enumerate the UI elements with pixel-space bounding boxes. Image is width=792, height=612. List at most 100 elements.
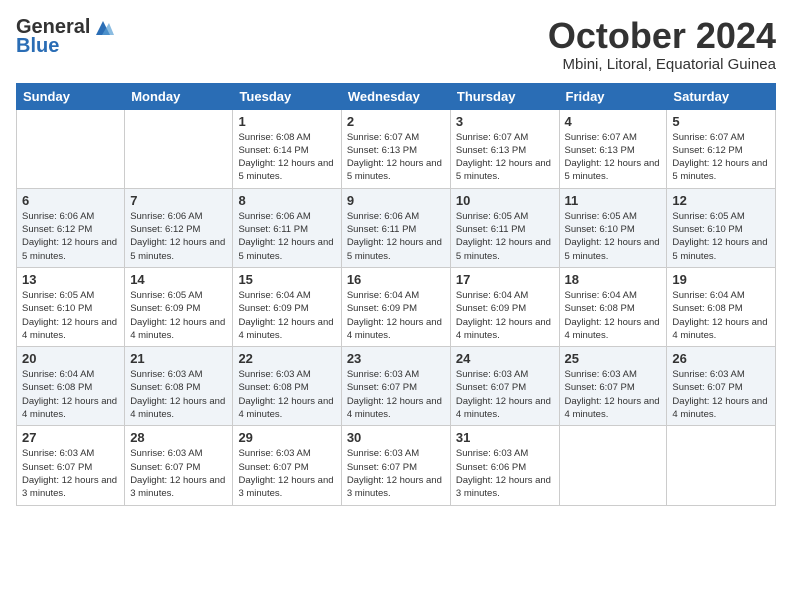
month-title: October 2024 bbox=[548, 16, 776, 56]
day-info: Sunrise: 6:04 AM Sunset: 6:08 PM Dayligh… bbox=[22, 368, 119, 421]
calendar-week-row: 1 Sunrise: 6:08 AM Sunset: 6:14 PM Daylig… bbox=[17, 109, 776, 188]
calendar-cell: 18 Sunrise: 6:04 AM Sunset: 6:08 PM Dayli… bbox=[559, 267, 667, 346]
day-info: Sunrise: 6:07 AM Sunset: 6:13 PM Dayligh… bbox=[456, 131, 554, 184]
calendar-cell: 19Sunrise: 6:04 AM Sunset: 6:08 PM Dayli… bbox=[667, 267, 776, 346]
day-info: Sunrise: 6:04 AM Sunset: 6:09 PM Dayligh… bbox=[347, 289, 445, 342]
day-info: Sunrise: 6:03 AM Sunset: 6:06 PM Dayligh… bbox=[456, 447, 554, 500]
calendar-cell: 13 Sunrise: 6:05 AM Sunset: 6:10 PM Dayli… bbox=[17, 267, 125, 346]
day-number: 29 bbox=[238, 430, 335, 445]
day-number: 22 bbox=[238, 351, 335, 366]
day-number: 14 bbox=[130, 272, 227, 287]
day-info: Sunrise: 6:03 AM Sunset: 6:07 PM Dayligh… bbox=[672, 368, 770, 421]
day-info: Sunrise: 6:03 AM Sunset: 6:07 PM Dayligh… bbox=[238, 447, 335, 500]
day-info: Sunrise: 6:03 AM Sunset: 6:07 PM Dayligh… bbox=[22, 447, 119, 500]
day-info: Sunrise: 6:05 AM Sunset: 6:10 PM Dayligh… bbox=[22, 289, 119, 342]
day-info: Sunrise: 6:07 AM Sunset: 6:13 PM Dayligh… bbox=[565, 131, 662, 184]
calendar-cell: 26 Sunrise: 6:03 AM Sunset: 6:07 PM Dayli… bbox=[667, 347, 776, 426]
calendar-cell: 10Sunrise: 6:05 AM Sunset: 6:11 PM Dayli… bbox=[450, 188, 559, 267]
day-number: 20 bbox=[22, 351, 119, 366]
day-number: 8 bbox=[238, 193, 335, 208]
day-info: Sunrise: 6:07 AM Sunset: 6:13 PM Dayligh… bbox=[347, 131, 445, 184]
day-info: Sunrise: 6:06 AM Sunset: 6:12 PM Dayligh… bbox=[22, 210, 119, 263]
day-number: 9 bbox=[347, 193, 445, 208]
calendar-cell: 1 Sunrise: 6:08 AM Sunset: 6:14 PM Daylig… bbox=[233, 109, 341, 188]
calendar-cell: 30 Sunrise: 6:03 AM Sunset: 6:07 PM Dayli… bbox=[341, 426, 450, 505]
calendar-cell: 4 Sunrise: 6:07 AM Sunset: 6:13 PM Daylig… bbox=[559, 109, 667, 188]
day-number: 5 bbox=[672, 114, 770, 129]
calendar-cell: 23Sunrise: 6:03 AM Sunset: 6:07 PM Dayli… bbox=[341, 347, 450, 426]
calendar-cell bbox=[17, 109, 125, 188]
weekday-header: Sunday bbox=[17, 83, 125, 109]
day-info: Sunrise: 6:08 AM Sunset: 6:14 PM Dayligh… bbox=[238, 131, 335, 184]
day-info: Sunrise: 6:03 AM Sunset: 6:07 PM Dayligh… bbox=[130, 447, 227, 500]
day-info: Sunrise: 6:05 AM Sunset: 6:10 PM Dayligh… bbox=[565, 210, 662, 263]
day-number: 4 bbox=[565, 114, 662, 129]
calendar-cell bbox=[667, 426, 776, 505]
calendar-cell: 9 Sunrise: 6:06 AM Sunset: 6:11 PM Daylig… bbox=[341, 188, 450, 267]
logo-blue: Blue bbox=[16, 35, 59, 58]
calendar-cell: 25Sunrise: 6:03 AM Sunset: 6:07 PM Dayli… bbox=[559, 347, 667, 426]
calendar-cell: 16 Sunrise: 6:04 AM Sunset: 6:09 PM Dayli… bbox=[341, 267, 450, 346]
day-info: Sunrise: 6:03 AM Sunset: 6:07 PM Dayligh… bbox=[456, 368, 554, 421]
day-number: 12 bbox=[672, 193, 770, 208]
day-info: Sunrise: 6:05 AM Sunset: 6:09 PM Dayligh… bbox=[130, 289, 227, 342]
day-number: 26 bbox=[672, 351, 770, 366]
calendar-cell: 2 Sunrise: 6:07 AM Sunset: 6:13 PM Daylig… bbox=[341, 109, 450, 188]
day-info: Sunrise: 6:04 AM Sunset: 6:09 PM Dayligh… bbox=[238, 289, 335, 342]
weekday-header: Wednesday bbox=[341, 83, 450, 109]
calendar-cell: 5 Sunrise: 6:07 AM Sunset: 6:12 PM Daylig… bbox=[667, 109, 776, 188]
title-area: October 2024 Mbini, Litoral, Equatorial … bbox=[548, 16, 776, 73]
day-number: 10 bbox=[456, 193, 554, 208]
day-number: 16 bbox=[347, 272, 445, 287]
calendar-cell bbox=[125, 109, 233, 188]
calendar-cell: 3 Sunrise: 6:07 AM Sunset: 6:13 PM Daylig… bbox=[450, 109, 559, 188]
weekday-header: Friday bbox=[559, 83, 667, 109]
calendar-cell: 20 Sunrise: 6:04 AM Sunset: 6:08 PM Dayli… bbox=[17, 347, 125, 426]
calendar-week-row: 27Sunrise: 6:03 AM Sunset: 6:07 PM Dayli… bbox=[17, 426, 776, 505]
logo-icon bbox=[92, 17, 114, 37]
day-number: 18 bbox=[565, 272, 662, 287]
weekday-header-row: SundayMondayTuesdayWednesdayThursdayFrid… bbox=[17, 83, 776, 109]
calendar-cell: 29 Sunrise: 6:03 AM Sunset: 6:07 PM Dayli… bbox=[233, 426, 341, 505]
weekday-header: Tuesday bbox=[233, 83, 341, 109]
weekday-header: Monday bbox=[125, 83, 233, 109]
day-info: Sunrise: 6:06 AM Sunset: 6:12 PM Dayligh… bbox=[130, 210, 227, 263]
day-info: Sunrise: 6:03 AM Sunset: 6:07 PM Dayligh… bbox=[347, 447, 445, 500]
day-info: Sunrise: 6:07 AM Sunset: 6:12 PM Dayligh… bbox=[672, 131, 770, 184]
logo: General Blue bbox=[16, 16, 114, 58]
weekday-header: Thursday bbox=[450, 83, 559, 109]
day-number: 21 bbox=[130, 351, 227, 366]
calendar-cell: 31Sunrise: 6:03 AM Sunset: 6:06 PM Dayli… bbox=[450, 426, 559, 505]
day-number: 13 bbox=[22, 272, 119, 287]
calendar-cell: 28 Sunrise: 6:03 AM Sunset: 6:07 PM Dayli… bbox=[125, 426, 233, 505]
calendar-cell: 8 Sunrise: 6:06 AM Sunset: 6:11 PM Daylig… bbox=[233, 188, 341, 267]
day-number: 11 bbox=[565, 193, 662, 208]
day-info: Sunrise: 6:05 AM Sunset: 6:10 PM Dayligh… bbox=[672, 210, 770, 263]
calendar-cell: 24Sunrise: 6:03 AM Sunset: 6:07 PM Dayli… bbox=[450, 347, 559, 426]
calendar-cell: 6Sunrise: 6:06 AM Sunset: 6:12 PM Daylig… bbox=[17, 188, 125, 267]
day-number: 15 bbox=[238, 272, 335, 287]
calendar-cell: 17 Sunrise: 6:04 AM Sunset: 6:09 PM Dayli… bbox=[450, 267, 559, 346]
calendar-cell bbox=[559, 426, 667, 505]
calendar-cell: 12 Sunrise: 6:05 AM Sunset: 6:10 PM Dayli… bbox=[667, 188, 776, 267]
calendar-cell: 14 Sunrise: 6:05 AM Sunset: 6:09 PM Dayli… bbox=[125, 267, 233, 346]
day-info: Sunrise: 6:04 AM Sunset: 6:08 PM Dayligh… bbox=[565, 289, 662, 342]
calendar-cell: 21Sunrise: 6:03 AM Sunset: 6:08 PM Dayli… bbox=[125, 347, 233, 426]
day-number: 30 bbox=[347, 430, 445, 445]
day-info: Sunrise: 6:06 AM Sunset: 6:11 PM Dayligh… bbox=[238, 210, 335, 263]
calendar: SundayMondayTuesdayWednesdayThursdayFrid… bbox=[16, 83, 776, 506]
weekday-header: Saturday bbox=[667, 83, 776, 109]
day-number: 17 bbox=[456, 272, 554, 287]
day-number: 7 bbox=[130, 193, 227, 208]
day-info: Sunrise: 6:04 AM Sunset: 6:09 PM Dayligh… bbox=[456, 289, 554, 342]
day-number: 1 bbox=[238, 114, 335, 129]
calendar-cell: 22Sunrise: 6:03 AM Sunset: 6:08 PM Dayli… bbox=[233, 347, 341, 426]
day-info: Sunrise: 6:06 AM Sunset: 6:11 PM Dayligh… bbox=[347, 210, 445, 263]
day-number: 28 bbox=[130, 430, 227, 445]
day-info: Sunrise: 6:03 AM Sunset: 6:07 PM Dayligh… bbox=[347, 368, 445, 421]
calendar-week-row: 13 Sunrise: 6:05 AM Sunset: 6:10 PM Dayli… bbox=[17, 267, 776, 346]
day-info: Sunrise: 6:03 AM Sunset: 6:07 PM Dayligh… bbox=[565, 368, 662, 421]
day-number: 3 bbox=[456, 114, 554, 129]
day-number: 2 bbox=[347, 114, 445, 129]
calendar-week-row: 6Sunrise: 6:06 AM Sunset: 6:12 PM Daylig… bbox=[17, 188, 776, 267]
